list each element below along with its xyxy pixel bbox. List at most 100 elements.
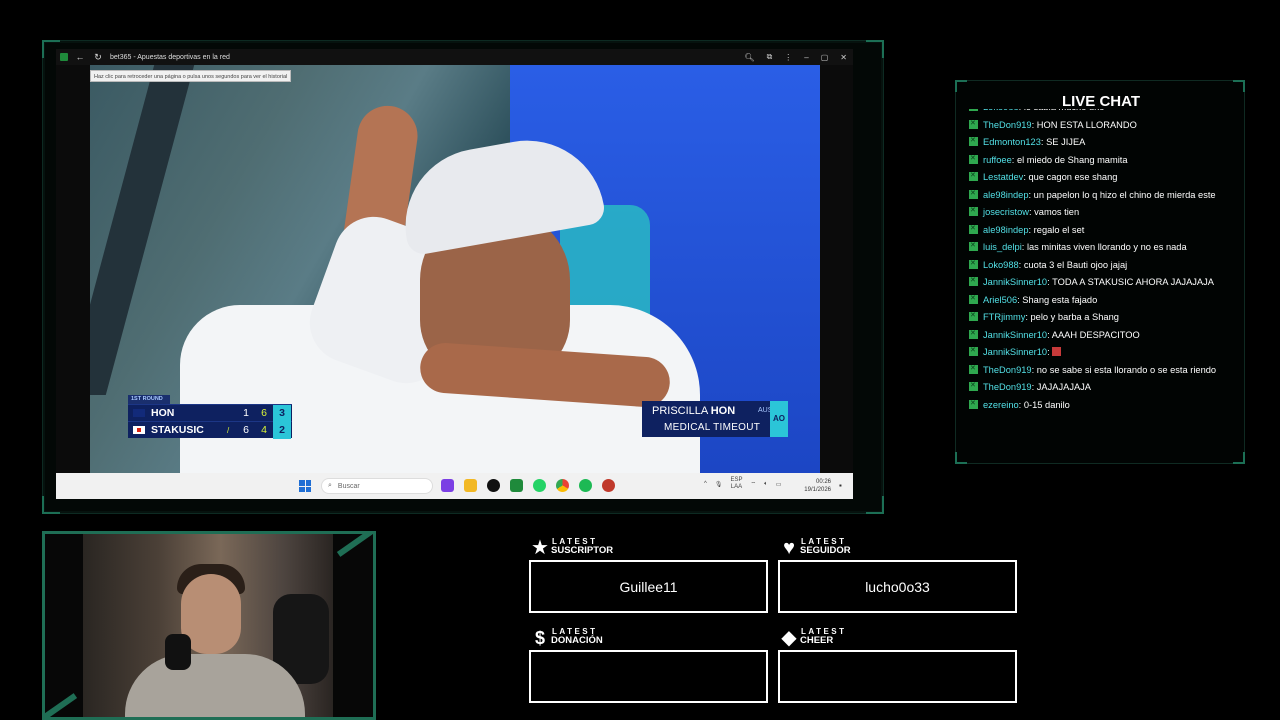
- chat-message: JannikSinner10:: [969, 345, 1235, 359]
- notification-icon[interactable]: ▪: [839, 481, 847, 491]
- windows-start-icon[interactable]: [299, 480, 311, 492]
- chat-text: regalo el set: [1033, 224, 1085, 235]
- maximize-button[interactable]: ▢: [821, 53, 829, 62]
- chat-message: FTRjimmy: pelo y barba a Shang: [969, 310, 1235, 324]
- set-score: 1: [243, 407, 249, 419]
- chat-text: 0-15 danilo: [1023, 399, 1070, 410]
- chat-username[interactable]: ale98indep: [983, 190, 1029, 200]
- language-code: ESP: [730, 477, 743, 483]
- chat-text: vamos tien: [1034, 207, 1080, 217]
- chat-badge-icon: [969, 240, 978, 253]
- round-label: 1ST ROUND: [128, 395, 170, 404]
- chat-username[interactable]: FTRjimmy: [983, 312, 1025, 322]
- file-explorer-icon[interactable]: [464, 479, 477, 492]
- spotify-icon[interactable]: [579, 479, 592, 492]
- chat-username[interactable]: ale98indep: [983, 225, 1029, 235]
- heart-icon: ♥: [783, 537, 795, 559]
- chat-message: Lestatdev: que cagon ese shang: [969, 170, 1235, 184]
- player-first-name: PRISCILLA: [652, 405, 708, 417]
- latest-cheer-value: [778, 650, 1017, 703]
- chat-message: TheDon919: JAJAJAJAJA: [969, 380, 1235, 394]
- chat-username[interactable]: JannikSinner10: [983, 277, 1047, 287]
- language-indicator[interactable]: ESP LAA: [730, 477, 742, 491]
- chat-message: Loko988: cuota 3 el Bauti ojoo jajaj: [969, 258, 1235, 272]
- chat-text: cuota 3 el Bauti ojoo jajaj: [1023, 259, 1128, 270]
- chat-badge-icon: [969, 109, 978, 113]
- chat-username[interactable]: luis_delpi: [983, 242, 1022, 252]
- chat-username[interactable]: Edmonton123: [983, 137, 1041, 147]
- chat-username[interactable]: Lestatdev: [983, 172, 1023, 182]
- live-chat-panel: LIVE CHAT Loko988: lo sabia mucho uno The…: [955, 80, 1245, 464]
- chat-text: Shang esta fajado: [1022, 294, 1098, 305]
- chat-username[interactable]: Loko988: [983, 260, 1019, 270]
- close-button[interactable]: ✕: [840, 53, 847, 62]
- battery-icon[interactable]: ▭: [776, 481, 782, 488]
- latest-follower-value: lucho0o33: [778, 560, 1017, 613]
- chat-badge-icon: [969, 170, 978, 183]
- chevron-up-icon[interactable]: ^: [704, 481, 707, 487]
- bet365-app-icon[interactable]: [510, 479, 523, 492]
- chat-username[interactable]: Ariel506: [983, 295, 1017, 305]
- chat-badge-icon: [969, 258, 978, 270]
- chat-badge-icon: [969, 380, 978, 393]
- tennis-scoreboard: 1ST ROUND HON 1 6 3 STAKUSIC / 6 4 2: [128, 395, 292, 439]
- taskbar-clock[interactable]: 00:26 19/1/2026: [804, 478, 831, 494]
- app-icon[interactable]: [602, 479, 615, 492]
- webcam-feed: [42, 531, 376, 720]
- chat-badge-icon: [969, 118, 978, 130]
- chat-username[interactable]: ezereino: [983, 400, 1019, 410]
- minimize-button[interactable]: –: [804, 53, 808, 62]
- taskbar-search[interactable]: ⌕ Buscar: [321, 478, 433, 494]
- back-arrow-icon[interactable]: ←: [74, 51, 86, 63]
- chat-username[interactable]: TheDon919: [983, 120, 1032, 130]
- copilot-icon[interactable]: [441, 479, 454, 492]
- chrome-icon[interactable]: [556, 479, 569, 492]
- chat-username[interactable]: ruffoee: [983, 155, 1012, 165]
- chat-text: no se sabe si esta llorando o se esta ri…: [1036, 364, 1217, 375]
- extensions-icon[interactable]: ⧉: [767, 52, 773, 62]
- chat-message: luis_delpi: las minitas viven llorando y…: [969, 240, 1235, 254]
- site-favicon-icon: [60, 53, 68, 61]
- emote-icon: [1052, 347, 1062, 356]
- chat-message: JannikSinner10: TODA A STAKUSIC AHORA JA…: [969, 275, 1235, 289]
- stat-label: SEGUIDOR: [800, 545, 851, 556]
- chat-text: que cagon ese shang: [1028, 172, 1118, 182]
- chat-text: AAAH DESPACITOO: [1051, 329, 1140, 340]
- chat-text: TODA A STAKUSIC AHORA JAJAJAJA: [1052, 277, 1214, 287]
- chat-message: josecristow: vamos tien: [969, 205, 1235, 219]
- medical-timeout-label: MEDICAL TIMEOUT: [664, 422, 761, 433]
- chat-text: JAJAJAJAJA: [1036, 382, 1092, 392]
- chat-message: ale98indep: regalo el set: [969, 223, 1235, 237]
- stat-label: DONACIÓN: [551, 635, 603, 646]
- chat-text: un papelon lo q hizo el chino de mierda …: [1033, 189, 1216, 200]
- chat-username[interactable]: TheDon919: [983, 365, 1032, 375]
- zoom-icon[interactable]: 🔍︎: [744, 53, 754, 62]
- chat-message: TheDon919: no se sabe si esta llorando o…: [969, 363, 1235, 377]
- chat-badge-icon: [969, 153, 978, 165]
- menu-icon[interactable]: ⋮: [784, 53, 792, 62]
- chat-badge-icon: [969, 328, 978, 340]
- chat-message: JannikSinner10: AAAH DESPACITOO: [969, 328, 1235, 342]
- stat-label: SUSCRIPTOR: [551, 545, 614, 556]
- medical-timeout-banner: PRISCILLA HON AUS MEDICAL TIMEOUT AO: [642, 401, 788, 437]
- chat-badge-icon: [969, 398, 978, 410]
- chat-username[interactable]: josecristow: [983, 207, 1029, 217]
- whatsapp-icon[interactable]: [533, 479, 546, 492]
- microphone-icon: [165, 634, 191, 670]
- volume-icon[interactable]: 🔈︎: [764, 481, 768, 488]
- chat-username[interactable]: JannikSinner10: [983, 347, 1047, 357]
- chat-message-list[interactable]: Loko988: lo sabia mucho uno TheDon919: HO…: [969, 109, 1235, 457]
- wifi-icon[interactable]: ⌔: [750, 480, 756, 488]
- chat-username[interactable]: Loko988: [983, 109, 1019, 112]
- scoreboard-row: STAKUSIC / 6 4 2: [128, 421, 292, 439]
- clock-date: 19/1/2026: [804, 487, 831, 493]
- chat-message: Ariel506: Shang esta fajado: [969, 293, 1235, 307]
- scoreboard-row: HON 1 6 3: [128, 404, 292, 422]
- tiktok-icon[interactable]: [487, 479, 500, 492]
- diamond-icon: ◆: [781, 627, 797, 649]
- chat-username[interactable]: TheDon919: [983, 382, 1032, 392]
- reload-icon[interactable]: ↻: [92, 51, 104, 63]
- microphone-icon[interactable]: 🎙︎: [715, 481, 723, 488]
- chat-username[interactable]: JannikSinner10: [983, 330, 1047, 340]
- chat-text: HON ESTA LLORANDO: [1036, 119, 1137, 130]
